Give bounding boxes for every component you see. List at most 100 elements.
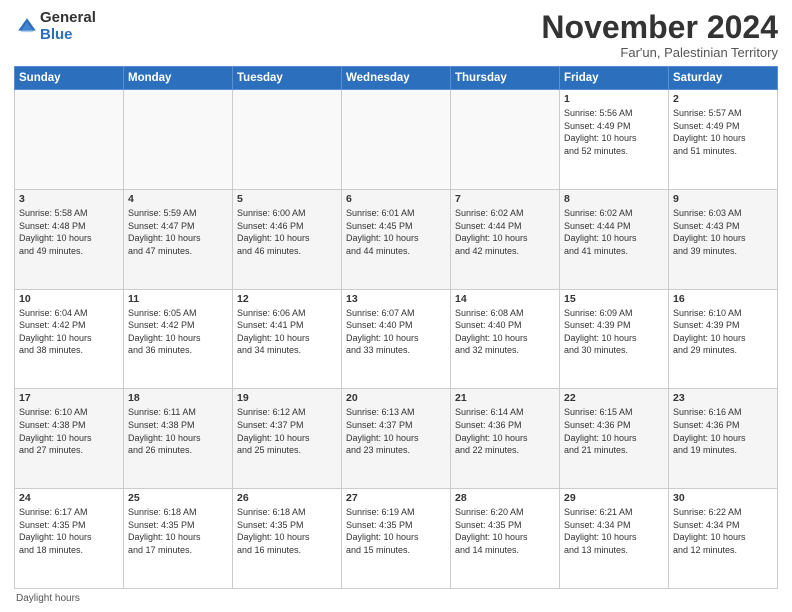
calendar-cell: 2 Sunrise: 5:57 AM Sunset: 4:49 PM Daylig… (669, 90, 778, 190)
day-number: 22 (564, 392, 664, 404)
day-number: 16 (673, 293, 773, 305)
calendar-cell: 27 Sunrise: 6:19 AM Sunset: 4:35 PM Dayli… (342, 489, 451, 589)
day-number: 30 (673, 492, 773, 504)
calendar-week-row: 1 Sunrise: 5:56 AM Sunset: 4:49 PM Daylig… (15, 90, 778, 190)
day-info: Sunrise: 6:06 AM Sunset: 4:41 PM Dayligh… (237, 307, 337, 357)
day-info: Sunrise: 6:11 AM Sunset: 4:38 PM Dayligh… (128, 406, 228, 456)
calendar-cell: 26 Sunrise: 6:18 AM Sunset: 4:35 PM Dayli… (233, 489, 342, 589)
day-info: Sunrise: 6:05 AM Sunset: 4:42 PM Dayligh… (128, 307, 228, 357)
day-info: Sunrise: 6:02 AM Sunset: 4:44 PM Dayligh… (564, 207, 664, 257)
calendar-day-header: Saturday (669, 67, 778, 90)
calendar-cell: 18 Sunrise: 6:11 AM Sunset: 4:38 PM Dayli… (124, 389, 233, 489)
day-info: Sunrise: 6:19 AM Sunset: 4:35 PM Dayligh… (346, 506, 446, 556)
calendar-cell (451, 90, 560, 190)
day-info: Sunrise: 6:04 AM Sunset: 4:42 PM Dayligh… (19, 307, 119, 357)
title-block: November 2024 Far'un, Palestinian Territ… (541, 10, 778, 60)
calendar-cell: 29 Sunrise: 6:21 AM Sunset: 4:34 PM Dayli… (560, 489, 669, 589)
calendar-cell: 28 Sunrise: 6:20 AM Sunset: 4:35 PM Dayli… (451, 489, 560, 589)
day-number: 1 (564, 93, 664, 105)
day-info: Sunrise: 6:17 AM Sunset: 4:35 PM Dayligh… (19, 506, 119, 556)
day-info: Sunrise: 6:18 AM Sunset: 4:35 PM Dayligh… (237, 506, 337, 556)
calendar-cell: 23Sunrise: 6:16 AM Sunset: 4:36 PM Dayli… (669, 389, 778, 489)
calendar-header-row: SundayMondayTuesdayWednesdayThursdayFrid… (15, 67, 778, 90)
day-number: 20 (346, 392, 446, 404)
calendar-week-row: 10Sunrise: 6:04 AM Sunset: 4:42 PM Dayli… (15, 289, 778, 389)
day-info: Sunrise: 6:21 AM Sunset: 4:34 PM Dayligh… (564, 506, 664, 556)
day-info: Sunrise: 6:16 AM Sunset: 4:36 PM Dayligh… (673, 406, 773, 456)
day-number: 27 (346, 492, 446, 504)
calendar-cell: 4Sunrise: 5:59 AM Sunset: 4:47 PM Daylig… (124, 189, 233, 289)
day-number: 18 (128, 392, 228, 404)
calendar-cell: 25 Sunrise: 6:18 AM Sunset: 4:35 PM Dayli… (124, 489, 233, 589)
day-info: Sunrise: 6:00 AM Sunset: 4:46 PM Dayligh… (237, 207, 337, 257)
calendar-cell: 24 Sunrise: 6:17 AM Sunset: 4:35 PM Dayli… (15, 489, 124, 589)
day-info: Sunrise: 6:10 AM Sunset: 4:38 PM Dayligh… (19, 406, 119, 456)
calendar-cell: 7 Sunrise: 6:02 AM Sunset: 4:44 PM Daylig… (451, 189, 560, 289)
calendar-day-header: Thursday (451, 67, 560, 90)
calendar-cell (124, 90, 233, 190)
day-info: Sunrise: 6:02 AM Sunset: 4:44 PM Dayligh… (455, 207, 555, 257)
day-number: 28 (455, 492, 555, 504)
day-number: 7 (455, 193, 555, 205)
logo-general: General (40, 10, 96, 27)
calendar-cell: 1 Sunrise: 5:56 AM Sunset: 4:49 PM Daylig… (560, 90, 669, 190)
calendar-cell: 30 Sunrise: 6:22 AM Sunset: 4:34 PM Dayli… (669, 489, 778, 589)
day-info: Sunrise: 6:01 AM Sunset: 4:45 PM Dayligh… (346, 207, 446, 257)
day-number: 14 (455, 293, 555, 305)
calendar-cell: 6Sunrise: 6:01 AM Sunset: 4:45 PM Daylig… (342, 189, 451, 289)
day-info: Sunrise: 6:03 AM Sunset: 4:43 PM Dayligh… (673, 207, 773, 257)
day-info: Sunrise: 6:09 AM Sunset: 4:39 PM Dayligh… (564, 307, 664, 357)
day-number: 19 (237, 392, 337, 404)
day-info: Sunrise: 6:12 AM Sunset: 4:37 PM Dayligh… (237, 406, 337, 456)
day-info: Sunrise: 6:22 AM Sunset: 4:34 PM Dayligh… (673, 506, 773, 556)
day-info: Sunrise: 6:07 AM Sunset: 4:40 PM Dayligh… (346, 307, 446, 357)
day-info: Sunrise: 5:59 AM Sunset: 4:47 PM Dayligh… (128, 207, 228, 257)
day-info: Sunrise: 5:57 AM Sunset: 4:49 PM Dayligh… (673, 107, 773, 157)
day-number: 21 (455, 392, 555, 404)
calendar-cell: 22 Sunrise: 6:15 AM Sunset: 4:36 PM Dayli… (560, 389, 669, 489)
day-number: 25 (128, 492, 228, 504)
calendar-cell: 8 Sunrise: 6:02 AM Sunset: 4:44 PM Daylig… (560, 189, 669, 289)
calendar: SundayMondayTuesdayWednesdayThursdayFrid… (14, 66, 778, 589)
calendar-day-header: Monday (124, 67, 233, 90)
footer-note: Daylight hours (14, 593, 778, 604)
logo: General Blue (14, 10, 96, 43)
calendar-week-row: 24 Sunrise: 6:17 AM Sunset: 4:35 PM Dayli… (15, 489, 778, 589)
calendar-day-header: Sunday (15, 67, 124, 90)
calendar-cell: 16 Sunrise: 6:10 AM Sunset: 4:39 PM Dayli… (669, 289, 778, 389)
month-title: November 2024 (541, 10, 778, 45)
day-info: Sunrise: 6:10 AM Sunset: 4:39 PM Dayligh… (673, 307, 773, 357)
calendar-cell: 9 Sunrise: 6:03 AM Sunset: 4:43 PM Daylig… (669, 189, 778, 289)
day-number: 26 (237, 492, 337, 504)
day-number: 15 (564, 293, 664, 305)
day-info: Sunrise: 6:18 AM Sunset: 4:35 PM Dayligh… (128, 506, 228, 556)
day-number: 29 (564, 492, 664, 504)
calendar-cell: 19 Sunrise: 6:12 AM Sunset: 4:37 PM Dayli… (233, 389, 342, 489)
calendar-cell: 15 Sunrise: 6:09 AM Sunset: 4:39 PM Dayli… (560, 289, 669, 389)
calendar-day-header: Friday (560, 67, 669, 90)
day-info: Sunrise: 5:56 AM Sunset: 4:49 PM Dayligh… (564, 107, 664, 157)
calendar-cell: 14Sunrise: 6:08 AM Sunset: 4:40 PM Dayli… (451, 289, 560, 389)
day-info: Sunrise: 6:14 AM Sunset: 4:36 PM Dayligh… (455, 406, 555, 456)
logo-text: General Blue (40, 10, 96, 43)
day-number: 8 (564, 193, 664, 205)
day-number: 17 (19, 392, 119, 404)
day-number: 9 (673, 193, 773, 205)
day-number: 2 (673, 93, 773, 105)
day-info: Sunrise: 6:15 AM Sunset: 4:36 PM Dayligh… (564, 406, 664, 456)
day-number: 24 (19, 492, 119, 504)
day-number: 3 (19, 193, 119, 205)
day-info: Sunrise: 6:20 AM Sunset: 4:35 PM Dayligh… (455, 506, 555, 556)
logo-blue: Blue (40, 27, 96, 44)
calendar-cell (342, 90, 451, 190)
day-number: 11 (128, 293, 228, 305)
calendar-cell: 17 Sunrise: 6:10 AM Sunset: 4:38 PM Dayli… (15, 389, 124, 489)
day-info: Sunrise: 5:58 AM Sunset: 4:48 PM Dayligh… (19, 207, 119, 257)
calendar-cell: 11 Sunrise: 6:05 AM Sunset: 4:42 PM Dayli… (124, 289, 233, 389)
calendar-cell (15, 90, 124, 190)
calendar-cell: 5 Sunrise: 6:00 AM Sunset: 4:46 PM Daylig… (233, 189, 342, 289)
calendar-day-header: Wednesday (342, 67, 451, 90)
calendar-cell (233, 90, 342, 190)
location-subtitle: Far'un, Palestinian Territory (541, 45, 778, 60)
day-number: 5 (237, 193, 337, 205)
